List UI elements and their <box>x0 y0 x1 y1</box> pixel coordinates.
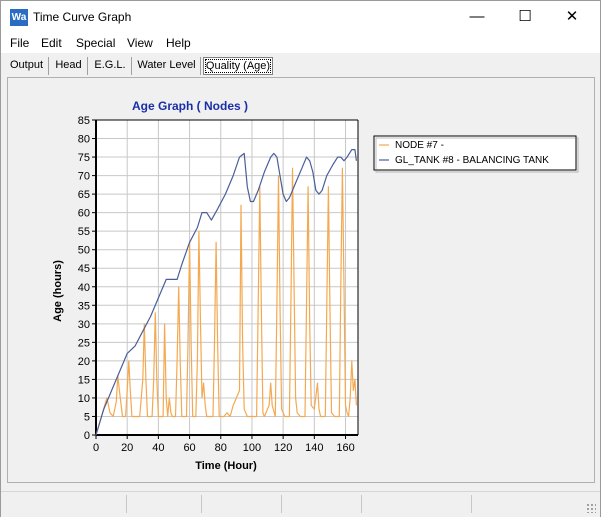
menu-view[interactable]: View <box>127 36 153 50</box>
y-tick-label: 25 <box>78 337 90 349</box>
tab-output[interactable]: Output <box>5 57 49 75</box>
x-tick-label: 160 <box>336 442 354 454</box>
y-tick-label: 5 <box>84 411 90 423</box>
y-tick-label: 70 <box>78 171 90 183</box>
status-separator <box>471 495 472 513</box>
chart-legend: NODE #7 - GL_TANK #8 - BALANCING TANK <box>373 135 579 173</box>
plot-area <box>96 120 358 435</box>
y-tick-label: 45 <box>78 263 90 275</box>
chart-title: Age Graph ( Nodes ) <box>132 99 248 113</box>
y-tick-label: 10 <box>78 393 90 405</box>
y-axis-label: Age (hours) <box>52 260 64 322</box>
x-tick-label: 0 <box>93 442 99 454</box>
menu-edit[interactable]: Edit <box>41 36 62 50</box>
window-title: Time Curve Graph <box>33 10 132 24</box>
maximize-button[interactable]: ☐ <box>502 1 548 32</box>
legend-label-tank: GL_TANK #8 - BALANCING TANK <box>395 155 549 166</box>
graph-panel: Age Graph ( Nodes ) Time (Hour) Age (hou… <box>7 77 595 483</box>
status-separator <box>281 495 282 513</box>
x-tick-label: 100 <box>243 442 261 454</box>
menu-help[interactable]: Help <box>166 36 191 50</box>
y-tick-label: 75 <box>78 152 90 164</box>
status-separator <box>201 495 202 513</box>
chart-grid <box>95 119 358 436</box>
y-tick-label: 20 <box>78 356 90 368</box>
tab-quality-age[interactable]: Quality (Age) <box>203 57 273 75</box>
x-tick-label: 20 <box>121 442 133 454</box>
y-tick-label: 60 <box>78 208 90 220</box>
status-separator <box>126 495 127 513</box>
x-tick-label: 40 <box>152 442 164 454</box>
status-bar <box>1 491 600 517</box>
y-tick-label: 40 <box>78 282 90 294</box>
close-button[interactable]: ✕ <box>549 1 595 32</box>
age-graph-chart: Age Graph ( Nodes ) Time (Hour) Age (hou… <box>52 99 579 472</box>
menu-bar: File Edit Special View Help <box>1 32 600 53</box>
y-tick-label: 80 <box>78 134 90 146</box>
y-tick-label: 55 <box>78 226 90 238</box>
legend-label-node: NODE #7 - <box>395 140 444 151</box>
y-tick-label: 30 <box>78 319 90 331</box>
tab-egl[interactable]: E.G.L. <box>89 57 132 75</box>
title-bar[interactable]: Wa Time Curve Graph — ☐ ✕ <box>1 1 600 32</box>
time-curve-graph-window: Wa Time Curve Graph — ☐ ✕ File Edit Spec… <box>0 0 601 517</box>
y-tick-label: 35 <box>78 300 90 312</box>
x-tick-label: 80 <box>215 442 227 454</box>
app-icon: Wa <box>10 9 28 26</box>
y-tick-label: 65 <box>78 189 90 201</box>
minimize-button[interactable]: — <box>454 1 500 32</box>
tab-head[interactable]: Head <box>50 57 88 75</box>
x-tick-label: 140 <box>305 442 323 454</box>
y-tick-label: 50 <box>78 245 90 257</box>
y-tick-label: 85 <box>78 115 90 127</box>
tab-water-level[interactable]: Water Level <box>133 57 201 75</box>
menu-file[interactable]: File <box>10 36 29 50</box>
resize-grip[interactable] <box>586 503 596 513</box>
y-tick-label: 0 <box>84 430 90 442</box>
status-separator <box>361 495 362 513</box>
menu-special[interactable]: Special <box>76 36 115 50</box>
x-tick-label: 60 <box>183 442 195 454</box>
x-axis-label: Time (Hour) <box>195 460 257 472</box>
x-tick-label: 120 <box>274 442 292 454</box>
tab-bar: Output Head E.G.L. Water Level Quality (… <box>1 54 600 76</box>
y-tick-label: 15 <box>78 374 90 386</box>
